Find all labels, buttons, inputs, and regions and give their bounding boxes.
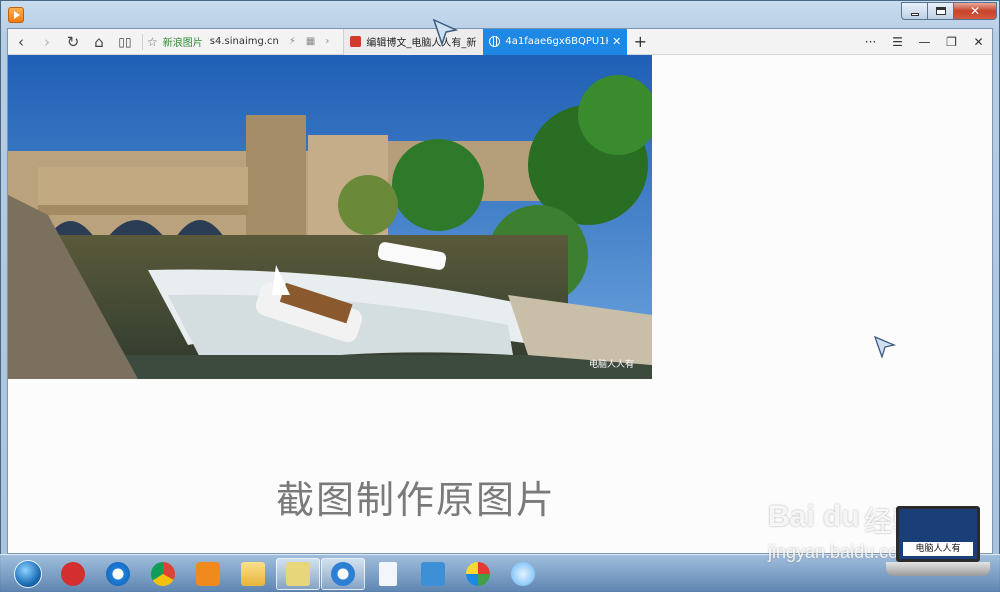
more-icon[interactable]: ···	[857, 35, 884, 49]
folder-icon	[241, 561, 265, 586]
swirl-icon	[511, 561, 535, 586]
baidu-watermark: Bai du 经验 jingyan.baidu.com 电脑人人有	[768, 484, 1000, 592]
mouse-cursor-icon	[432, 18, 459, 46]
tab-image[interactable]: 4a1faae6gx6BQPU1KOn ✕	[483, 28, 628, 55]
sina-icon	[350, 36, 362, 47]
new-tab-button[interactable]: +	[627, 32, 653, 51]
window-controls: ✕	[901, 2, 997, 20]
browser-close-button[interactable]: ✕	[965, 35, 992, 49]
window-minimize-button[interactable]	[901, 2, 927, 20]
reading-view-button[interactable]: ▯▯	[112, 29, 138, 55]
star-icon[interactable]: ☆	[147, 35, 158, 49]
taskbar-explorer[interactable]	[231, 558, 275, 590]
laptop-base	[886, 562, 990, 576]
globe-icon	[489, 36, 501, 47]
browser-window: ‹ › ↻ ⌂ ▯▯ ☆ 新浪图片 s4.sinaimg.cn ⚡ ▦ › 编辑…	[7, 28, 993, 554]
home-button[interactable]: ⌂	[86, 29, 112, 55]
window-icon	[286, 561, 310, 586]
favorite-link-sina-images[interactable]: 新浪图片	[163, 34, 203, 49]
laptop-label: 电脑人人有	[903, 542, 973, 556]
taskbar-paint[interactable]	[456, 558, 500, 590]
photo-watermark: 电脑人人有	[588, 360, 634, 370]
browser-right-tools: ··· ☰ — ❐ ✕	[857, 35, 992, 49]
app-icon[interactable]	[8, 7, 24, 23]
browser-icon	[331, 561, 355, 586]
taskbar-ie[interactable]	[96, 558, 140, 590]
page-caption: 截图制作原图片	[276, 478, 557, 522]
chrome-icon	[151, 561, 175, 586]
palette-icon	[466, 561, 490, 586]
taskbar-app-active[interactable]	[276, 557, 320, 590]
red-badge-icon	[61, 561, 85, 586]
river-photo[interactable]: 电脑人人有	[8, 55, 652, 379]
toolbar-divider	[142, 33, 143, 50]
refresh-button[interactable]: ↻	[60, 29, 86, 55]
page-viewport: 电脑人人有 截图制作原图片	[8, 55, 992, 553]
taskbar-app-1[interactable]	[51, 558, 95, 590]
taskbar-chrome[interactable]	[141, 558, 185, 590]
tab-label: 编辑博文_电脑人人有_新浪博	[366, 38, 477, 49]
favorites-bar: ☆ 新浪图片 s4.sinaimg.cn ⚡ ▦ ›	[147, 34, 329, 50]
media-player-icon	[196, 561, 220, 586]
book-icon: ▯▯	[118, 34, 132, 49]
window-maximize-button[interactable]	[927, 2, 953, 20]
hub-menu-icon[interactable]: ☰	[884, 35, 911, 49]
browser-minimize-button[interactable]: —	[911, 35, 938, 49]
baidu-logo-text: Bai du	[768, 500, 860, 533]
ie-icon	[106, 561, 130, 586]
taskbar-app-remote[interactable]	[411, 558, 455, 590]
tab-sina-blog[interactable]: 编辑博文_电脑人人有_新浪博	[343, 28, 484, 55]
back-button[interactable]: ‹	[8, 29, 34, 55]
mouse-cursor-icon	[874, 336, 896, 358]
grid-icon[interactable]: ▦	[306, 36, 315, 47]
photo-illustration	[8, 55, 652, 379]
maximize-icon	[935, 7, 946, 15]
taskbar-app-doc[interactable]	[366, 558, 410, 590]
minimize-icon	[910, 12, 919, 16]
taskbar-edge[interactable]	[321, 557, 365, 590]
taskbar-app-swirl[interactable]	[501, 558, 545, 590]
window-close-button[interactable]: ✕	[953, 2, 997, 20]
chevron-right-icon[interactable]: ›	[325, 36, 329, 47]
forward-button[interactable]: ›	[34, 29, 60, 55]
laptop-logo-icon: 电脑人人有	[886, 506, 990, 584]
tab-close-icon[interactable]: ✕	[612, 35, 621, 48]
start-button[interactable]	[6, 558, 50, 590]
windows-start-icon	[14, 559, 42, 588]
laptop-screen: 电脑人人有	[896, 506, 980, 562]
browser-restore-button[interactable]: ❐	[938, 35, 965, 49]
browser-toolbar: ‹ › ↻ ⌂ ▯▯ ☆ 新浪图片 s4.sinaimg.cn ⚡ ▦ › 编辑…	[8, 28, 992, 55]
flash-icon[interactable]: ⚡	[289, 36, 296, 47]
window-titlebar: ✕	[1, 1, 1000, 29]
taskbar-media[interactable]	[186, 558, 230, 590]
favorite-link-sinaimg[interactable]: s4.sinaimg.cn	[210, 36, 279, 47]
monitor-icon	[421, 561, 445, 586]
document-icon	[379, 561, 397, 586]
tab-label: 4a1faae6gx6BQPU1KOn	[505, 36, 608, 47]
